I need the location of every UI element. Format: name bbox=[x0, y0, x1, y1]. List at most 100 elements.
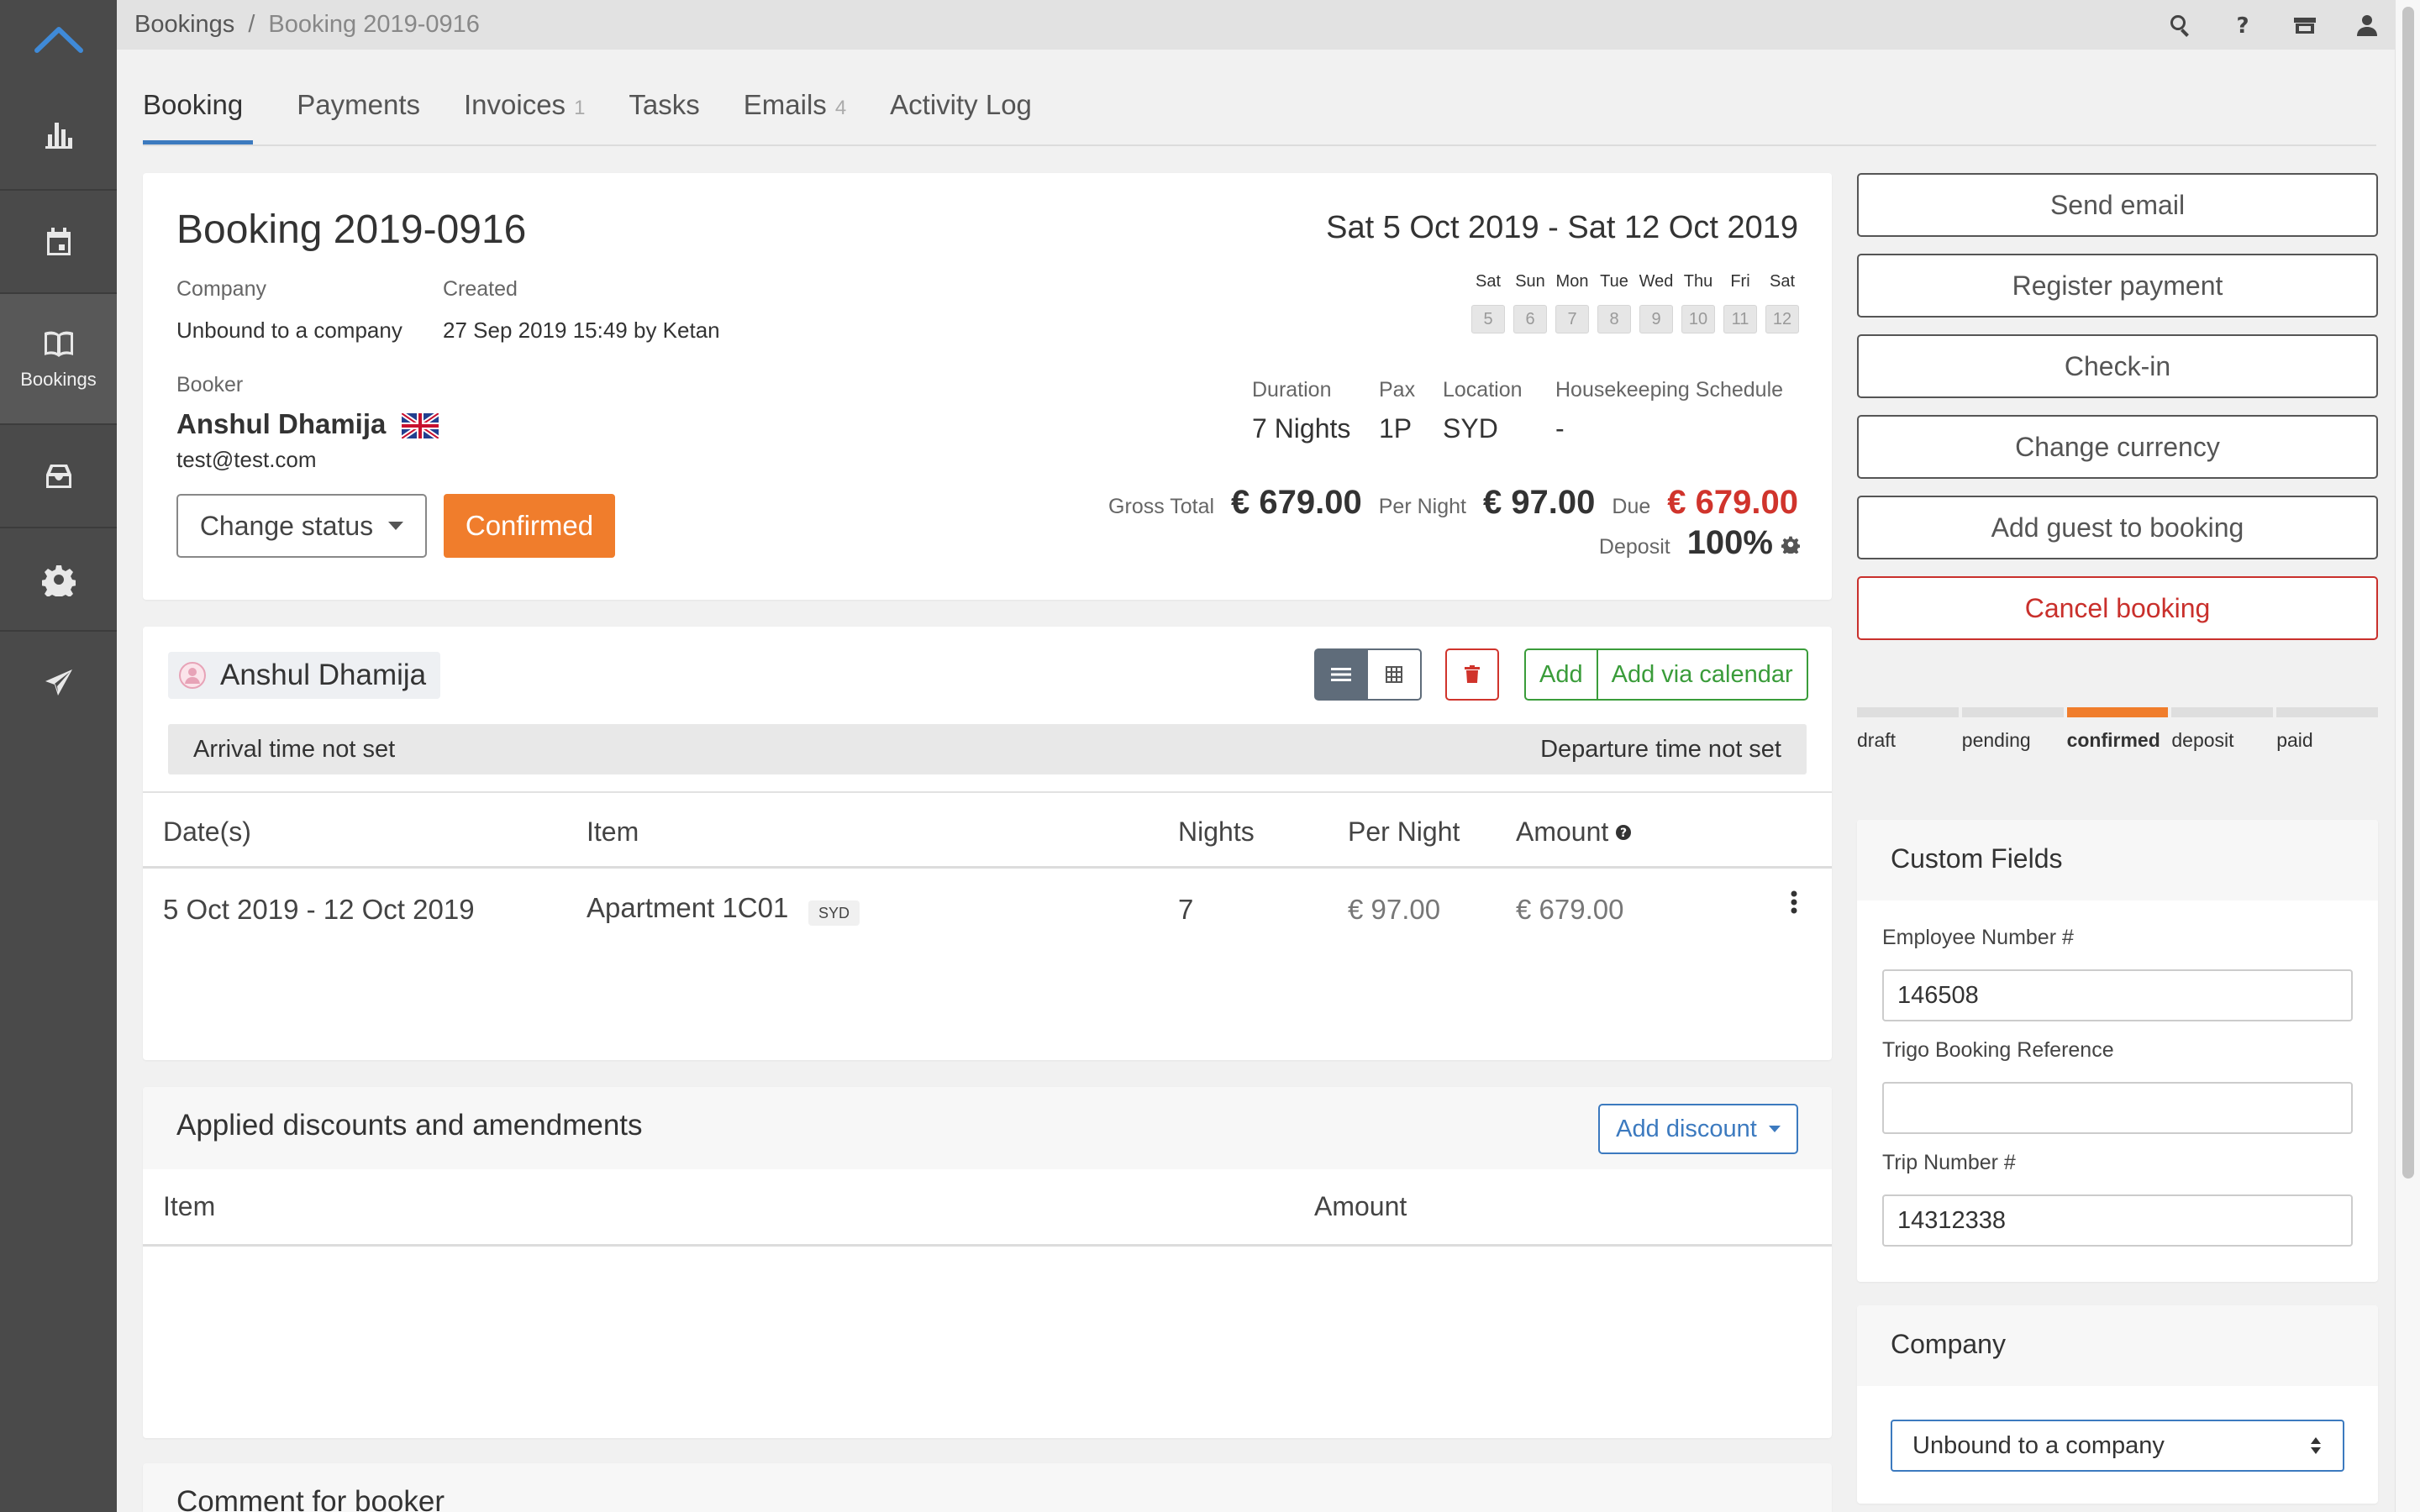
departure-time[interactable]: Departure time not set bbox=[1540, 736, 1781, 764]
day-label: Thu bbox=[1683, 272, 1713, 291]
column-header-item: Item bbox=[587, 816, 639, 847]
guest-items-card: Anshul Dhamija Add Add via calendar Arri… bbox=[143, 627, 1832, 1060]
tab-invoices[interactable]: Invoices 1 bbox=[464, 82, 585, 144]
change-status-dropdown[interactable]: Change status bbox=[176, 494, 427, 558]
booker-name[interactable]: Anshul Dhamija bbox=[176, 408, 386, 440]
sidebar-item-bookings[interactable]: Bookings bbox=[0, 292, 117, 423]
tab-label: Invoices bbox=[464, 89, 566, 120]
page-title: Booking 2019-0916 bbox=[176, 207, 527, 252]
cancel-booking-button[interactable]: Cancel booking bbox=[1857, 576, 2378, 640]
column-header-amount: Amount bbox=[1314, 1191, 1407, 1221]
trigo-reference-input[interactable] bbox=[1882, 1082, 2353, 1134]
chart-icon bbox=[45, 122, 72, 149]
progress-segment-paid bbox=[2276, 707, 2378, 717]
company-header: Company bbox=[1857, 1305, 2378, 1386]
progress-label-paid: paid bbox=[2276, 729, 2313, 751]
store-icon[interactable] bbox=[2292, 13, 2317, 38]
change-status-label: Change status bbox=[199, 510, 374, 541]
day-label: Wed bbox=[1639, 272, 1674, 291]
breadcrumb: Bookings / Booking 2019-0916 bbox=[134, 11, 480, 39]
check-in-button[interactable]: Check-in bbox=[1857, 334, 2378, 398]
list-view-button[interactable] bbox=[1314, 648, 1368, 701]
tab-payments[interactable]: Payments bbox=[297, 82, 420, 144]
page-scrollbar[interactable] bbox=[2395, 0, 2420, 1512]
help-icon[interactable]: ? bbox=[2230, 13, 2255, 38]
trigo-reference-label: Trigo Booking Reference bbox=[1882, 1038, 2114, 1062]
svg-text:?: ? bbox=[2236, 13, 2249, 38]
deposit-settings-icon[interactable] bbox=[1781, 535, 1800, 554]
info-icon[interactable]: ? bbox=[1615, 824, 1632, 841]
row-amount: € 679.00 bbox=[1516, 894, 1624, 925]
sidebar-item-send[interactable] bbox=[0, 630, 117, 733]
employee-number-input[interactable] bbox=[1882, 969, 2353, 1021]
day-cell: 9 bbox=[1639, 305, 1673, 333]
caret-down-icon bbox=[1768, 1126, 1781, 1132]
arrival-time[interactable]: Arrival time not set bbox=[193, 736, 395, 764]
caret-down-icon bbox=[388, 522, 404, 530]
breadcrumb-current: Booking 2019-0916 bbox=[268, 11, 480, 38]
status-badge[interactable]: Confirmed bbox=[444, 494, 615, 558]
add-item-button[interactable]: Add bbox=[1526, 650, 1598, 699]
sidebar-item-statistics[interactable] bbox=[0, 79, 117, 189]
register-payment-button[interactable]: Register payment bbox=[1857, 254, 2378, 318]
company-select[interactable]: Unbound to a company bbox=[1891, 1420, 2344, 1472]
day-label: Mon bbox=[1555, 272, 1589, 291]
search-icon[interactable] bbox=[2168, 13, 2193, 38]
day-cell: 12 bbox=[1765, 305, 1799, 333]
discounts-title: Applied discounts and amendments bbox=[176, 1109, 643, 1142]
sidebar-item-settings[interactable] bbox=[0, 527, 117, 630]
tab-label: Payments bbox=[297, 89, 420, 120]
company-card: Company Unbound to a company bbox=[1857, 1305, 2378, 1504]
tab-count-badge: 4 bbox=[834, 97, 847, 119]
items-table: Date(s) Item Nights Per Night Amount ? 5… bbox=[143, 791, 1832, 1060]
tab-label: Booking bbox=[143, 89, 244, 120]
gross-total-value: € 679.00 bbox=[1231, 484, 1362, 521]
discounts-table-header: Item Amount bbox=[143, 1169, 1832, 1247]
trash-icon bbox=[1465, 665, 1480, 683]
tab-activity-log[interactable]: Activity Log bbox=[890, 82, 1032, 144]
table-row[interactable]: 5 Oct 2019 - 12 Oct 2019 Apartment 1C01 … bbox=[143, 869, 1832, 953]
housekeeping-label: Housekeeping Schedule bbox=[1555, 378, 1784, 402]
custom-fields-card: Custom Fields Employee Number # Trigo Bo… bbox=[1857, 820, 2378, 1282]
day-label: Sat bbox=[1769, 272, 1796, 291]
sidebar-item-inbox[interactable] bbox=[0, 423, 117, 527]
column-header-nights: Nights bbox=[1178, 816, 1255, 847]
tab-booking[interactable]: Booking bbox=[143, 82, 254, 144]
pax-label: Pax bbox=[1379, 378, 1416, 402]
breadcrumb-root-link[interactable]: Bookings bbox=[134, 11, 234, 39]
table-header: Date(s) Item Nights Per Night Amount ? bbox=[143, 791, 1832, 869]
tab-tasks[interactable]: Tasks bbox=[629, 82, 699, 144]
user-icon[interactable] bbox=[2354, 13, 2380, 38]
delete-guest-button[interactable] bbox=[1445, 648, 1499, 701]
view-toggle bbox=[1314, 648, 1422, 701]
tab-label: Emails bbox=[743, 89, 827, 120]
add-discount-button[interactable]: Add discount bbox=[1598, 1104, 1798, 1154]
row-menu-icon[interactable] bbox=[1790, 890, 1798, 916]
guest-chip[interactable]: Anshul Dhamija bbox=[168, 652, 440, 699]
row-item[interactable]: Apartment 1C01 bbox=[587, 892, 788, 924]
duration-label: Duration bbox=[1252, 378, 1332, 402]
send-email-button[interactable]: Send email bbox=[1857, 173, 2378, 237]
date-range: Sat 5 Oct 2019 - Sat 12 Oct 2019 bbox=[1326, 210, 1798, 245]
add-guest-button[interactable]: Add guest to booking bbox=[1857, 496, 2378, 559]
app-logo[interactable] bbox=[0, 0, 117, 79]
company-select-value: Unbound to a company bbox=[1912, 1431, 2165, 1459]
scrollbar-thumb[interactable] bbox=[2402, 7, 2414, 1179]
deposit-value: 100% bbox=[1686, 524, 1773, 561]
trip-number-input[interactable] bbox=[1882, 1194, 2353, 1247]
sidebar-item-calendar[interactable] bbox=[0, 189, 117, 292]
add-via-calendar-button[interactable]: Add via calendar bbox=[1598, 650, 1807, 699]
column-header-dates: Date(s) bbox=[163, 816, 251, 847]
tab-emails[interactable]: Emails 4 bbox=[744, 82, 846, 144]
list-icon bbox=[1331, 668, 1351, 681]
booker-label: Booker bbox=[176, 373, 244, 396]
uk-flag-icon bbox=[402, 413, 439, 438]
change-currency-button[interactable]: Change currency bbox=[1857, 415, 2378, 479]
progress-label-deposit: deposit bbox=[2171, 729, 2234, 751]
grid-icon bbox=[1386, 666, 1402, 683]
inbox-icon bbox=[45, 464, 71, 488]
status-progress: draft pending confirmed deposit paid bbox=[1857, 707, 2378, 758]
grid-view-button[interactable] bbox=[1368, 648, 1422, 701]
company-title: Company bbox=[1891, 1329, 2006, 1359]
custom-fields-title: Custom Fields bbox=[1891, 843, 2063, 874]
